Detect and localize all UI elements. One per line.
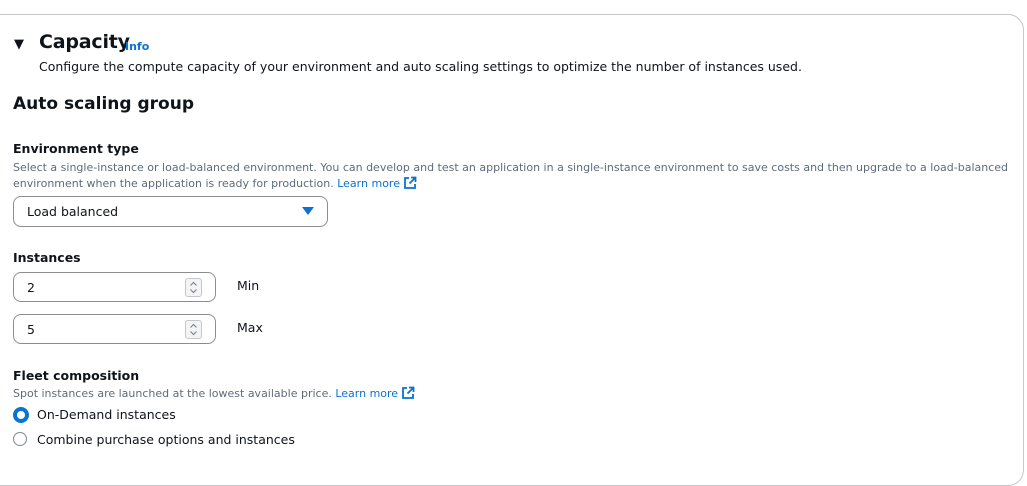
environment-type-select[interactable]: Load balanced [13,196,328,227]
fleet-composition-help: Spot instances are launched at the lowes… [13,386,415,402]
section-description: Configure the compute capacity of your e… [39,59,802,74]
stepper-icon[interactable] [185,320,202,339]
stepper-arrows-icon [190,281,197,294]
auto-scaling-group-heading: Auto scaling group [13,94,194,114]
fleet-composition-label: Fleet composition [13,368,140,383]
min-instances-value: 2 [27,280,35,295]
fleet-learn-more-text[interactable]: Learn more [335,387,398,400]
dropdown-arrow-icon [302,207,314,215]
environment-type-learn-more-link[interactable]: Learn more [337,176,417,190]
environment-type-learn-more-text[interactable]: Learn more [337,177,400,190]
stepper-icon[interactable] [185,278,202,297]
environment-type-label: Environment type [13,141,139,156]
max-instances-input[interactable]: 5 [13,314,216,344]
radio-combine-label[interactable]: Combine purchase options and instances [37,432,295,447]
radio-on-demand-label[interactable]: On-Demand instances [37,407,176,422]
instances-label: Instances [13,250,81,265]
min-instances-input[interactable]: 2 [13,272,216,302]
info-link[interactable]: Info [125,40,149,53]
fleet-help-text: Spot instances are launched at the lowes… [13,387,332,400]
max-label: Max [237,320,263,335]
stepper-arrows-icon [190,323,197,336]
environment-type-selected: Load balanced [27,204,119,219]
external-link-icon [404,176,417,189]
environment-type-help: Select a single-instance or load-balance… [13,160,1018,192]
environment-type-help-line2-wrap: environment when the application is read… [13,176,1018,192]
min-label: Min [237,278,260,293]
radio-on-demand[interactable] [13,407,29,423]
external-link-icon [402,386,415,399]
max-instances-value: 5 [27,322,35,337]
radio-combine[interactable] [13,432,27,446]
environment-type-help-line2: environment when the application is read… [13,177,334,190]
collapse-caret-icon[interactable]: ▼ [14,37,24,52]
section-title[interactable]: Capacity [39,31,130,53]
fleet-learn-more-link[interactable]: Learn more [335,386,415,400]
environment-type-help-line1: Select a single-instance or load-balance… [13,161,1009,174]
